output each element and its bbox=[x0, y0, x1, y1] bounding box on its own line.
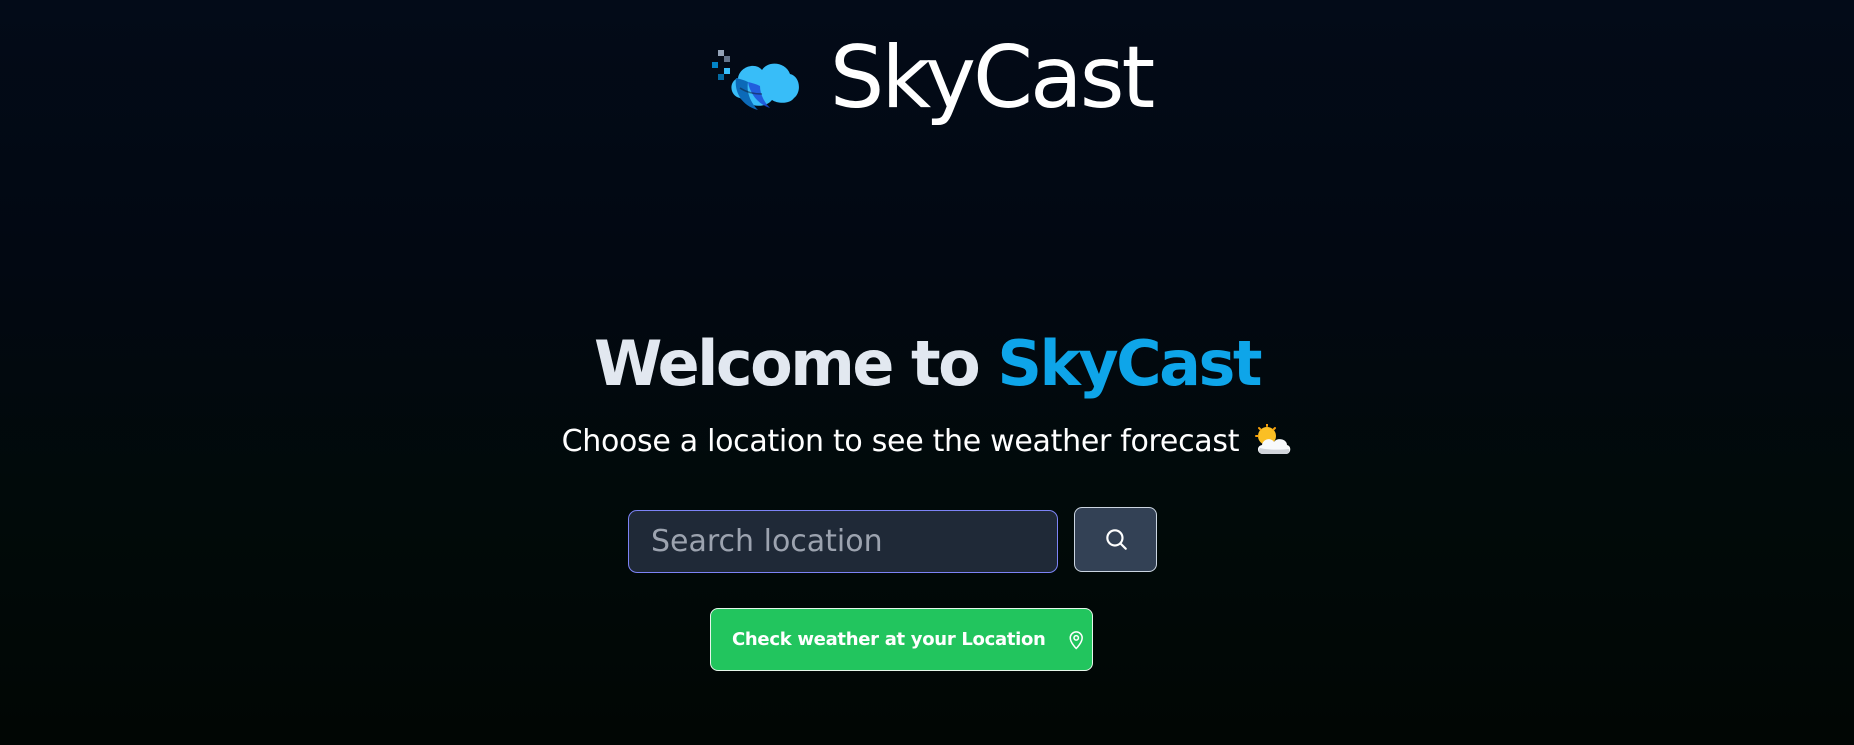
check-location-weather-button[interactable]: Check weather at your Location bbox=[710, 608, 1093, 671]
brand-name: SkyCast bbox=[829, 28, 1155, 128]
search-bar bbox=[628, 506, 1157, 573]
map-pin-icon bbox=[1069, 630, 1083, 649]
title-accent: SkyCast bbox=[997, 327, 1262, 400]
hero-section: Welcome to SkyCast Choose a location to … bbox=[0, 326, 1854, 462]
skycast-cloud-logo-icon bbox=[711, 50, 799, 110]
search-input[interactable] bbox=[628, 510, 1058, 573]
search-button[interactable] bbox=[1074, 506, 1157, 572]
page-title: Welcome to SkyCast bbox=[0, 326, 1854, 402]
title-prefix: Welcome to bbox=[593, 327, 998, 400]
subtitle-text: Choose a location to see the weather for… bbox=[561, 424, 1240, 459]
subtitle: Choose a location to see the weather for… bbox=[0, 422, 1854, 462]
sun-behind-cloud-icon bbox=[1255, 424, 1291, 454]
location-button-label: Check weather at your Location bbox=[732, 629, 1046, 650]
search-icon bbox=[1105, 529, 1127, 550]
app-header: SkyCast bbox=[0, 26, 1854, 136]
brand[interactable]: SkyCast bbox=[710, 35, 1155, 121]
